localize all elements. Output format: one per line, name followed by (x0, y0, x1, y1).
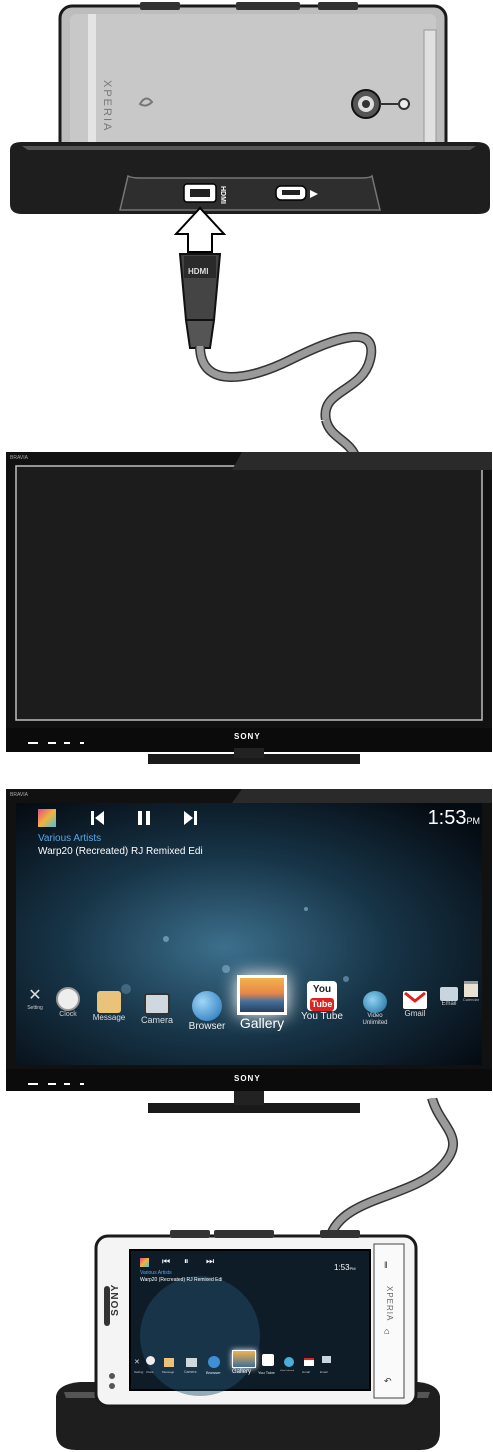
mini-gallery-icon[interactable] (232, 1350, 256, 1368)
mini-setting-icon[interactable]: ✕ (134, 1358, 140, 1366)
app-label: You Tube (301, 1011, 343, 1022)
insert-arrow-icon (173, 206, 227, 253)
mini-next-icon[interactable]: ⏭ (206, 1256, 214, 1267)
app-label: Video Unlimited (362, 1013, 388, 1026)
back-key-icon[interactable]: ‖ (384, 1260, 388, 1270)
app-gmail[interactable]: Gmail (396, 991, 434, 1018)
mini-clock: 1:53PM (334, 1257, 356, 1275)
message-icon (97, 991, 121, 1013)
mini-previous-icon[interactable]: ⏮ (162, 1256, 170, 1267)
previous-track-button[interactable] (90, 809, 106, 827)
phone-brand-label: XPERIA (385, 1286, 394, 1322)
app-gallery[interactable]: Gallery (232, 975, 292, 1031)
gmail-icon (403, 991, 427, 1009)
clock-readout: 1:53PM (428, 807, 480, 830)
mini-clock-icon[interactable] (146, 1356, 155, 1365)
mini-track: Warp20 (Recreated) RJ Remixed Edi (140, 1277, 223, 1283)
youtube-you: You (312, 984, 332, 995)
email-icon (440, 987, 458, 1001)
tv-sony-logo: SONY (234, 732, 261, 741)
clock-icon (56, 987, 80, 1011)
mini-label-message: Message (162, 1370, 175, 1374)
mini-browser-icon[interactable] (208, 1356, 220, 1368)
phone-sony-logo: SONY (110, 1283, 121, 1316)
app-label: Setting (27, 1005, 43, 1011)
app-video-unlimited[interactable]: Video Unlimited (352, 991, 398, 1027)
camera-icon (144, 993, 170, 1015)
phone-in-dock: SONY XPERIA ‖ ⌂ ↶ ⏮ ⏸ ⏭ 1:53PM Various A… (0, 1226, 493, 1452)
mini-video-unlimited-icon[interactable] (284, 1357, 294, 1367)
app-label: Calendar (462, 997, 480, 1002)
mini-label-email: Email (320, 1370, 328, 1374)
gallery-icon (237, 975, 287, 1015)
mini-gmail-icon[interactable] (304, 1358, 314, 1366)
hdmi-port (183, 183, 217, 203)
youtube-icon: You Tube (307, 981, 337, 1011)
tv-bravia-label: BRAVIA (10, 792, 28, 798)
menu-key-icon[interactable]: ↶ (384, 1376, 392, 1387)
phone-dock-illustration: XPERIA HDMI HDMI (10, 2, 490, 420)
hdmi-port-label: HDMI (219, 186, 226, 204)
app-label: Gmail (404, 1009, 426, 1018)
mini-label-clock: Clock (146, 1370, 154, 1374)
mini-clock-time: 1:53 (334, 1263, 350, 1272)
mini-label-video-unlimited: Video Unlimited (280, 1370, 294, 1372)
phone-brand-label: XPERIA (101, 80, 113, 132)
app-label: Camera (140, 1015, 173, 1025)
tv-bravia-label: BRAVIA (10, 455, 28, 461)
youtube-tube: Tube (309, 998, 335, 1011)
mini-label-browser: Browser (206, 1370, 221, 1375)
tv-off: BRAVIA SONY (6, 452, 492, 766)
mini-label-setting: Setting (134, 1370, 144, 1374)
browser-icon (192, 991, 222, 1021)
app-setting[interactable]: ✕ Setting (20, 985, 50, 1011)
album-art-icon[interactable] (38, 809, 56, 827)
mini-label-youtube: You Tube (258, 1370, 275, 1375)
mini-label-gmail: Gmail (302, 1370, 310, 1374)
tv-on: BRAVIA SONY 1:53PM Various Artists Warp2… (6, 789, 492, 1119)
hdmi-plug-label: HDMI (188, 267, 208, 276)
mini-artist: Various Artists (140, 1270, 172, 1276)
track-title: Warp20 (Recreated) RJ Remixed Edi (38, 846, 203, 857)
calendar-icon (464, 981, 478, 997)
app-label: Clock (59, 1011, 77, 1018)
app-camera[interactable]: Camera (134, 993, 180, 1025)
video-unlimited-icon (363, 991, 387, 1013)
artist-name: Various Artists (38, 833, 102, 844)
mini-app-dock: ✕ Setting Clock Message Camera Browser G… (134, 1350, 366, 1384)
mini-label-gallery: Gallery (232, 1369, 252, 1375)
app-youtube[interactable]: You Tube You Tube (298, 981, 346, 1022)
settings-icon: ✕ (28, 987, 42, 1004)
mini-camera-icon[interactable] (186, 1358, 197, 1367)
mini-youtube-icon[interactable] (262, 1354, 274, 1366)
mini-pause-icon[interactable]: ⏸ (184, 1256, 189, 1267)
clock-ampm: PM (466, 816, 481, 826)
mini-message-icon[interactable] (164, 1358, 174, 1367)
app-calendar[interactable]: Calendar (460, 981, 482, 1002)
dock-base (10, 142, 490, 214)
mini-album-art-icon[interactable] (140, 1258, 149, 1267)
app-label: Message (92, 1013, 126, 1022)
app-message[interactable]: Message (88, 991, 130, 1022)
mini-label-camera: Camera (184, 1370, 197, 1374)
mini-email-icon[interactable] (322, 1356, 331, 1363)
app-browser[interactable]: Browser (180, 991, 234, 1032)
next-track-button[interactable] (182, 809, 198, 827)
app-clock[interactable]: Clock (50, 987, 86, 1018)
app-dock: ✕ Setting Clock Message Camera Browser G… (20, 975, 482, 1057)
clock-time: 1:53 (427, 807, 467, 829)
app-label: Browser (188, 1021, 226, 1032)
tv-sony-logo: SONY (234, 1074, 261, 1083)
app-label: Gallery (239, 1015, 285, 1031)
home-key-icon[interactable]: ⌂ (384, 1326, 389, 1336)
pause-button[interactable] (136, 809, 152, 827)
mini-clock-ampm: PM (349, 1266, 356, 1271)
